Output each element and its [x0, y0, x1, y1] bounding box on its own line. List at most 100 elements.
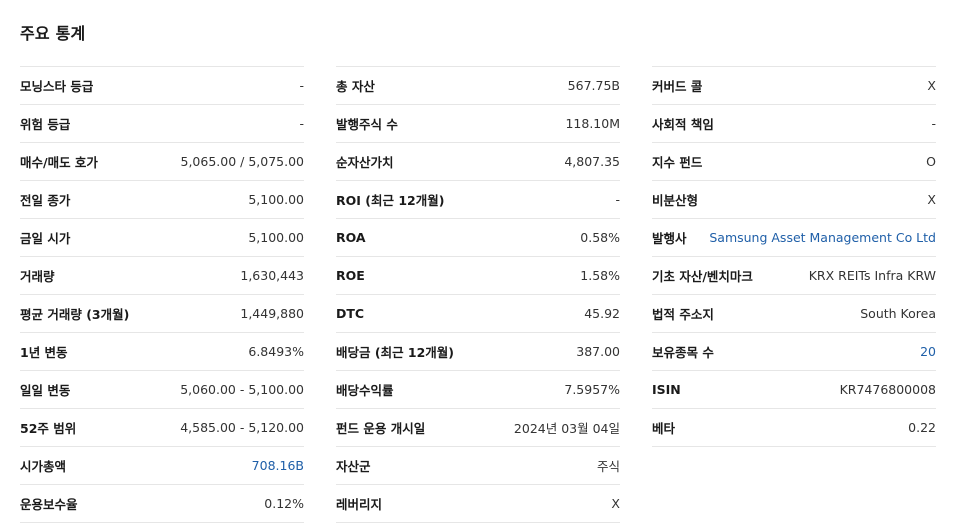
stat-label: 베타: [652, 421, 676, 436]
stat-row: 일일 변동 5,060.00 - 5,100.00: [20, 371, 304, 409]
stat-label: 전일 종가: [20, 193, 71, 208]
stat-label: 법적 주소지: [652, 307, 714, 322]
stat-row: 지수 펀드 O: [652, 143, 936, 181]
stat-label: 발행주식 수: [336, 117, 398, 132]
stat-row: 커버드 콜 X: [652, 67, 936, 105]
stat-value: X: [611, 496, 620, 511]
stat-value: 5,100.00: [248, 230, 304, 245]
stat-row: 총 자산 567.75B: [336, 67, 620, 105]
stat-row: 배당금 (최근 12개월) 387.00: [336, 333, 620, 371]
stat-value: 주식: [596, 459, 620, 474]
stat-value: 387.00: [576, 344, 620, 359]
stat-label: 펀드 운용 개시일: [336, 421, 426, 436]
stat-value: 45.92: [584, 306, 620, 321]
stat-row: 위험 등급 -: [20, 105, 304, 143]
stat-label: ISIN: [652, 382, 681, 397]
stat-row: 법적 주소지 South Korea: [652, 295, 936, 333]
stat-row: 매수/매도 호가 5,065.00 / 5,075.00: [20, 143, 304, 181]
stat-value: 567.75B: [567, 78, 620, 93]
stat-row: 순자산가치 4,807.35: [336, 143, 620, 181]
stat-label: ROE: [336, 268, 365, 283]
stat-value: 4,807.35: [564, 154, 620, 169]
stat-label: 보유종목 수: [652, 345, 714, 360]
stat-row: 모닝스타 등급 -: [20, 67, 304, 105]
stat-label: 커버드 콜: [652, 79, 703, 94]
stat-value: 0.12%: [264, 496, 304, 511]
stat-value: 0.58%: [580, 230, 620, 245]
page-title: 주요 통계: [20, 24, 86, 43]
stat-value: -: [615, 192, 620, 207]
stat-label: 레버리지: [336, 497, 383, 512]
stat-row: ROE 1.58%: [336, 257, 620, 295]
stat-value: 7.5957%: [564, 382, 620, 397]
stat-label: 자산군: [336, 459, 371, 474]
stat-value: KRX REITs Infra KRW: [808, 268, 936, 283]
stat-label: 사회적 책임: [652, 117, 714, 132]
stat-row: 평균 거래량 (3개월) 1,449,880: [20, 295, 304, 333]
stat-label: 위험 등급: [20, 117, 71, 132]
stat-row: ISIN KR7476800008: [652, 371, 936, 409]
stat-value: 1.58%: [580, 268, 620, 283]
stat-row: 거래량 1,630,443: [20, 257, 304, 295]
stat-label: 1년 변동: [20, 345, 68, 360]
stat-value: 5,100.00: [248, 192, 304, 207]
stat-label: 비분산형: [652, 193, 699, 208]
stat-value: 5,060.00 - 5,100.00: [180, 382, 304, 397]
stat-value: -: [299, 78, 304, 93]
stat-row: 보유종목 수 20: [652, 333, 936, 371]
stat-row: 기초 자산/벤치마크 KRX REITs Infra KRW: [652, 257, 936, 295]
stat-label: 매수/매도 호가: [20, 155, 98, 170]
stat-value-link[interactable]: 20: [920, 344, 936, 359]
stats-column-1: 모닝스타 등급 - 위험 등급 - 매수/매도 호가 5,065.00 / 5,075.0…: [20, 66, 304, 523]
stat-label: 발행사: [652, 231, 687, 246]
stat-value: 118.10M: [565, 116, 620, 131]
stat-label: 모닝스타 등급: [20, 79, 94, 94]
stat-row: 금일 시가 5,100.00: [20, 219, 304, 257]
stat-value: -: [299, 116, 304, 131]
stat-value: X: [927, 78, 936, 93]
stat-row: 배당수익률 7.5957%: [336, 371, 620, 409]
stat-label: 평균 거래량 (3개월): [20, 307, 130, 322]
stat-row: DTC 45.92: [336, 295, 620, 333]
stat-row: 운용보수율 0.12%: [20, 485, 304, 523]
stat-value: O: [926, 154, 936, 169]
stat-row: 사회적 책임 -: [652, 105, 936, 143]
stat-value: X: [927, 192, 936, 207]
stat-label: 거래량: [20, 269, 55, 284]
stat-row: 비분산형 X: [652, 181, 936, 219]
stat-label: ROA: [336, 230, 366, 245]
stat-row: 레버리지 X: [336, 485, 620, 523]
stat-row: 전일 종가 5,100.00: [20, 181, 304, 219]
stats-column-2: 총 자산 567.75B 발행주식 수 118.10M 순자산가치 4,807.35 ROI…: [336, 66, 620, 523]
stat-value: KR7476800008: [839, 382, 936, 397]
stat-value-link[interactable]: 708.16B: [252, 458, 304, 473]
stat-label: ROI (최근 12개월): [336, 193, 445, 208]
stat-row: 시가총액 708.16B: [20, 447, 304, 485]
stat-label: 배당금 (최근 12개월): [336, 345, 455, 360]
stat-row: 베타 0.22: [652, 409, 936, 447]
stat-label: 지수 펀드: [652, 155, 703, 170]
stat-value: South Korea: [860, 306, 936, 321]
stat-label: 총 자산: [336, 79, 375, 94]
stat-label: 금일 시가: [20, 231, 71, 246]
stat-value: 0.22: [908, 420, 936, 435]
stats-column-3: 커버드 콜 X 사회적 책임 - 지수 펀드 O 비분산형 X 발행사 Samsung Asset…: [652, 66, 936, 447]
stat-value: 1,630,443: [240, 268, 304, 283]
stat-label: 시가총액: [20, 459, 67, 474]
stat-value: -: [931, 116, 936, 131]
stat-value: 5,065.00 / 5,075.00: [180, 154, 305, 169]
stat-row: 발행사 Samsung Asset Management Co Ltd: [652, 219, 936, 257]
stat-value: 6.8493%: [248, 344, 304, 359]
stat-value-link[interactable]: Samsung Asset Management Co Ltd: [709, 230, 936, 245]
stat-row: ROI (최근 12개월) -: [336, 181, 620, 219]
stat-label: 배당수익률: [336, 383, 394, 398]
stat-label: 52주 범위: [20, 421, 77, 436]
stat-value: 2024년 03월 04일: [513, 421, 620, 436]
stat-label: 일일 변동: [20, 383, 71, 398]
stat-row: 발행주식 수 118.10M: [336, 105, 620, 143]
stat-row: ROA 0.58%: [336, 219, 620, 257]
stat-row: 1년 변동 6.8493%: [20, 333, 304, 371]
stat-label: 운용보수율: [20, 497, 78, 512]
stat-value: 1,449,880: [240, 306, 304, 321]
stat-row: 52주 범위 4,585.00 - 5,120.00: [20, 409, 304, 447]
